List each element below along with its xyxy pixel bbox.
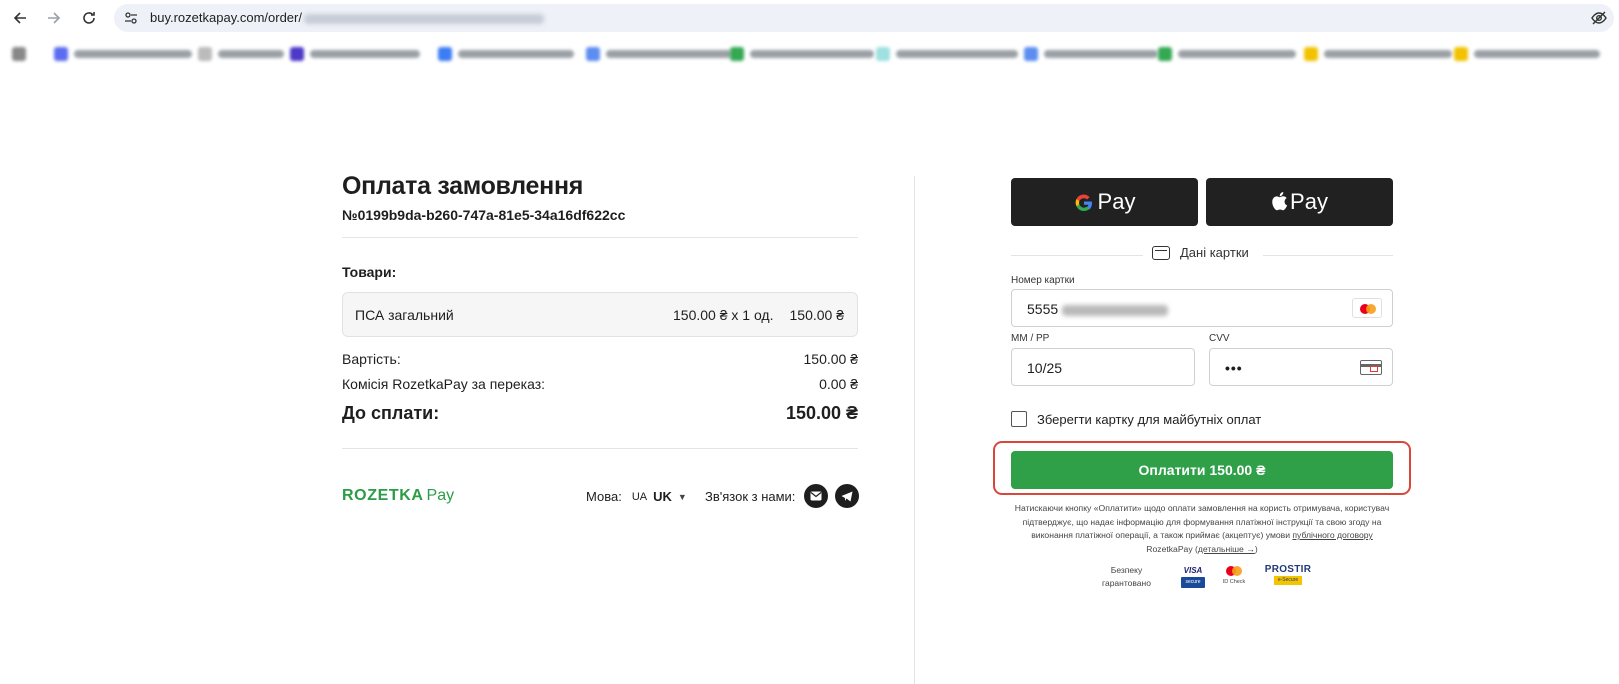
footer: ROZETKA Pay Мова: UA UK ▼ Зв'язок з нами: [342,484,859,508]
bookmark-item[interactable] [1158,45,1296,63]
visa-secure-logo: VISA secure [1181,566,1205,590]
bookmark-item[interactable] [438,45,574,63]
mail-icon[interactable] [804,484,828,508]
card-number-value: 5555 [1027,301,1059,317]
bookmark-item[interactable] [54,45,192,63]
goods-item: ПСА загальний 150.00 ₴ x 1 од. 150.00 ₴ [342,292,858,337]
cvv-label: CVV [1209,333,1230,344]
forward-arrow-icon[interactable] [42,6,66,30]
address-bar[interactable]: buy.rozetkapay.com/order/ [114,4,1614,32]
goods-label: Товари: [342,264,397,280]
total-label: До сплати: [342,403,440,423]
goods-item-price: 150.00 ₴ x 1 од. 150.00 ₴ [673,307,844,323]
eye-off-icon[interactable] [1590,9,1608,27]
bookmark-item[interactable] [730,45,874,63]
prostir-logo: PROSTIR e-Secure [1264,564,1312,585]
goods-item-total: 150.00 ₴ [789,307,845,323]
column-divider [914,176,915,684]
card-section-header: Дані картки [1011,245,1393,265]
goods-item-unit-qty: 150.00 ₴ x 1 од. [673,307,774,323]
bookmark-item[interactable] [290,45,420,63]
summary-row-total: До сплати: 150.00 ₴ [342,403,858,424]
goods-item-name: ПСА загальний [355,307,454,323]
back-arrow-icon[interactable] [8,6,32,30]
save-card-option[interactable]: Зберегти картку для майбутніх оплат [1011,411,1261,427]
bookmark-item[interactable] [1454,45,1600,63]
contact-label: Зв'язок з нами: [705,489,796,504]
reload-icon[interactable] [77,6,101,30]
bookmarks-bar [0,36,1619,72]
security-badges: Безпеку гарантовано VISA secure ID Check… [1099,564,1319,592]
mastercard-icon [1352,298,1382,318]
cvv-value: ••• [1225,360,1243,376]
divider [342,448,858,449]
terms-disclaimer: Натискаючи кнопку «Оплатити» щодо оплати… [1014,503,1390,554]
page-title: Оплата замовлення [342,172,584,200]
expiry-value: 10/25 [1027,360,1063,376]
language-label: Мова: [586,489,622,504]
browser-toolbar: buy.rozetkapay.com/order/ [0,0,1619,36]
bookmark-item[interactable] [198,45,284,63]
url-text: buy.rozetkapay.com/order/ [150,10,544,25]
bookmark-item[interactable] [876,45,1018,63]
language-flag: UA [631,490,648,503]
credit-card-icon [1152,245,1170,260]
expiry-label: MM / PP [1011,333,1050,344]
chevron-down-icon: ▼ [677,491,687,502]
commission-value: 0.00 ₴ [819,376,858,392]
order-summary: Оплата замовлення №0199b9da-b260-747a-81… [342,172,858,449]
total-value: 150.00 ₴ [785,403,858,423]
cost-value: 150.00 ₴ [803,351,859,367]
bookmark-item[interactable] [1024,45,1158,63]
divider [342,237,858,238]
order-number: №0199b9da-b260-747a-81e5-34a16df622cc [342,207,626,223]
summary-row-cost: Вартість: 150.00 ₴ [342,351,858,367]
secure-text: Безпеку гарантовано [1102,565,1151,588]
pay-button[interactable]: Оплатити 150.00 ₴ [1011,451,1393,489]
site-info-icon[interactable] [122,9,140,27]
save-card-label: Зберегти картку для майбутніх оплат [1037,411,1262,427]
details-link[interactable]: детальніше → [1198,544,1255,554]
divider [1263,255,1393,256]
card-number-label: Номер картки [1011,275,1075,286]
bookmark-item[interactable] [586,45,732,63]
divider [1011,255,1143,256]
apple-pay-button[interactable]: Pay [1206,178,1393,226]
summary-row-commission: Комісія RozetkaPay за переказ: 0.00 ₴ [342,376,858,392]
apple-pay-label: Pay [1290,189,1328,214]
cvv-input[interactable]: ••• [1209,348,1393,386]
card-number-masked [1062,304,1169,316]
google-g-icon [1074,189,1094,216]
commission-label: Комісія RozetkaPay за переказ: [342,376,546,392]
card-section-title: Дані картки [1180,245,1249,260]
cost-label: Вартість: [342,351,401,367]
google-pay-button[interactable]: Pay [1011,178,1198,226]
card-number-input[interactable]: 5555 [1011,289,1393,327]
mastercard-idcheck-logo: ID Check [1219,566,1249,590]
rozetkapay-logo: ROZETKA Pay [342,487,455,504]
bookmark-item[interactable] [12,45,26,63]
language-selector[interactable]: Мова: UA UK ▼ [586,489,687,504]
public-contract-link[interactable]: публічного договору [1292,530,1372,540]
apple-icon [1271,189,1288,215]
google-pay-label: Pay [1097,189,1136,214]
telegram-icon[interactable] [835,484,859,508]
cvv-card-icon [1360,360,1382,375]
bookmark-item[interactable] [1304,45,1452,63]
expiry-input[interactable]: 10/25 [1011,348,1195,386]
save-card-checkbox[interactable] [1011,411,1027,427]
language-code: UK [653,489,672,504]
